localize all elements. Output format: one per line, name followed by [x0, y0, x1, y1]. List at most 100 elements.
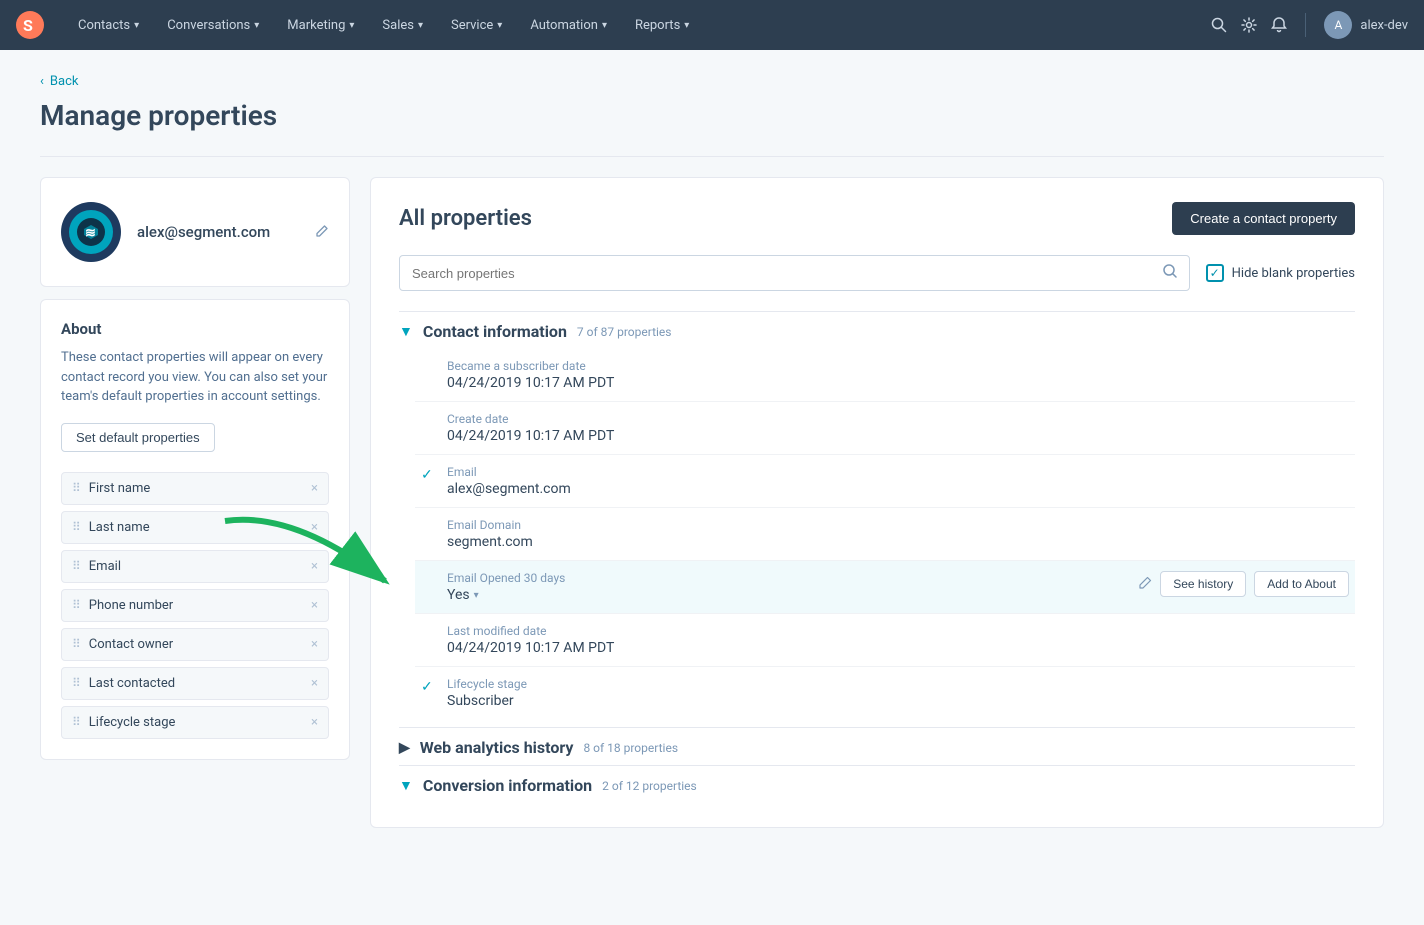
property-row-highlighted: Email Opened 30 days Yes ▾ [415, 561, 1355, 614]
drag-handle-icon: ⠿ [72, 637, 81, 651]
see-history-button[interactable]: See history [1160, 571, 1246, 597]
svg-text:≋: ≋ [85, 226, 96, 241]
search-box [399, 255, 1190, 291]
back-arrow-icon: ‹ [40, 74, 44, 89]
nav-sales[interactable]: Sales ▾ [368, 0, 437, 50]
nav-items: Contacts ▾ Conversations ▾ Marketing ▾ S… [64, 0, 1211, 50]
contact-avatar-icon: ≋ [69, 210, 113, 254]
property-value-text: Yes [447, 587, 470, 603]
breadcrumb[interactable]: ‹ Back [40, 74, 1384, 89]
drag-handle-icon: ⠿ [72, 520, 81, 534]
remove-property-icon[interactable]: × [311, 560, 318, 573]
hide-blank-toggle[interactable]: ✓ Hide blank properties [1206, 264, 1355, 282]
property-check-icon [421, 626, 437, 642]
create-property-button[interactable]: Create a contact property [1172, 202, 1355, 235]
search-input[interactable] [412, 266, 1155, 281]
remove-property-icon[interactable]: × [311, 716, 318, 729]
back-link[interactable]: Back [50, 74, 79, 89]
chevron-down-icon: ▾ [602, 20, 607, 31]
property-check-icon: ✓ [421, 679, 437, 695]
contact-information-section-header[interactable]: ▼ Contact information 7 of 87 properties [399, 311, 1355, 349]
property-value: segment.com [447, 534, 1349, 550]
property-actions: See history Add to About [1139, 571, 1349, 597]
property-name: Last contacted [89, 676, 303, 691]
list-item[interactable]: ⠿ Email × [61, 550, 329, 583]
property-row: ✓ Email alex@segment.com [415, 455, 1355, 508]
property-content: Lifecycle stage Subscriber [447, 677, 1349, 709]
drag-handle-icon: ⠿ [72, 598, 81, 612]
property-name: Phone number [89, 598, 303, 613]
nav-conversations[interactable]: Conversations ▾ [153, 0, 273, 50]
drag-handle-icon: ⠿ [72, 559, 81, 573]
remove-property-icon[interactable]: × [311, 599, 318, 612]
svg-text:S: S [23, 16, 33, 35]
right-panel: All properties Create a contact property… [370, 177, 1384, 828]
user-menu[interactable]: A alex-dev [1324, 11, 1408, 39]
collapse-toggle-icon: ▼ [399, 323, 413, 340]
nav-reports[interactable]: Reports ▾ [621, 0, 703, 50]
section-title: Web analytics history [420, 738, 574, 757]
web-analytics-section-header[interactable]: ▶ Web analytics history 8 of 18 properti… [399, 727, 1355, 765]
property-check-icon [421, 573, 437, 589]
property-content: Email alex@segment.com [447, 465, 1349, 497]
property-content: Became a subscriber date 04/24/2019 10:1… [447, 359, 1349, 391]
username-label: alex-dev [1360, 18, 1408, 33]
all-properties-title: All properties [399, 206, 532, 231]
list-item[interactable]: ⠿ Contact owner × [61, 628, 329, 661]
search-row: ✓ Hide blank properties [399, 255, 1355, 291]
list-item[interactable]: ⠿ Phone number × [61, 589, 329, 622]
property-row: ✓ Lifecycle stage Subscriber [415, 667, 1355, 719]
property-value: 04/24/2019 10:17 AM PDT [447, 640, 1349, 656]
remove-property-icon[interactable]: × [311, 677, 318, 690]
conversion-information-section-header[interactable]: ▼ Conversion information 2 of 12 propert… [399, 765, 1355, 803]
property-value: alex@segment.com [447, 481, 1349, 497]
search-icon[interactable] [1211, 17, 1227, 33]
property-content: Email Opened 30 days Yes ▾ [447, 571, 1129, 603]
property-list: ⠿ First name × ⠿ Last name × ⠿ Email × [61, 472, 329, 739]
list-item[interactable]: ⠿ First name × [61, 472, 329, 505]
list-item[interactable]: ⠿ Last name × [61, 511, 329, 544]
set-default-button[interactable]: Set default properties [61, 423, 215, 452]
nav-contacts[interactable]: Contacts ▾ [64, 0, 153, 50]
expand-toggle-icon: ▶ [399, 740, 410, 756]
nav-service[interactable]: Service ▾ [437, 0, 516, 50]
notification-icon[interactable] [1271, 17, 1287, 33]
remove-property-icon[interactable]: × [311, 638, 318, 651]
nav-marketing[interactable]: Marketing ▾ [273, 0, 368, 50]
search-icon [1163, 264, 1177, 282]
gear-icon[interactable] [1241, 17, 1257, 33]
dropdown-arrow-icon[interactable]: ▾ [474, 590, 479, 601]
avatar-container: ≋ [61, 202, 121, 262]
property-name: Lifecycle stage [89, 715, 303, 730]
property-name: Last name [89, 520, 303, 535]
drag-handle-icon: ⠿ [72, 481, 81, 495]
hide-blank-label: Hide blank properties [1232, 266, 1355, 281]
hide-blank-checkbox[interactable]: ✓ [1206, 264, 1224, 282]
property-row: Create date 04/24/2019 10:17 AM PDT [415, 402, 1355, 455]
remove-property-icon[interactable]: × [311, 482, 318, 495]
property-name: Email [89, 559, 303, 574]
list-item[interactable]: ⠿ Lifecycle stage × [61, 706, 329, 739]
contact-information-properties: Became a subscriber date 04/24/2019 10:1… [399, 349, 1355, 719]
section-count: 8 of 18 properties [583, 741, 678, 755]
drag-handle-icon: ⠿ [72, 676, 81, 690]
add-to-about-button[interactable]: Add to About [1254, 571, 1349, 597]
page-title: Manage properties [40, 99, 1384, 132]
chevron-down-icon: ▾ [134, 20, 139, 31]
chevron-down-icon: ▾ [418, 20, 423, 31]
section-title: Conversion information [423, 776, 592, 795]
edit-property-icon[interactable] [1139, 576, 1152, 593]
property-value: 04/24/2019 10:17 AM PDT [447, 375, 1349, 391]
property-label: Create date [447, 412, 1349, 426]
property-value: Subscriber [447, 693, 1349, 709]
property-label: Email [447, 465, 1349, 479]
nav-automation[interactable]: Automation ▾ [516, 0, 621, 50]
hubspot-logo[interactable]: S [16, 11, 44, 39]
list-item[interactable]: ⠿ Last contacted × [61, 667, 329, 700]
chevron-down-icon: ▾ [684, 20, 689, 31]
property-content: Last modified date 04/24/2019 10:17 AM P… [447, 624, 1349, 656]
divider [40, 156, 1384, 157]
edit-icon[interactable] [315, 223, 329, 242]
remove-property-icon[interactable]: × [311, 521, 318, 534]
property-check-icon [421, 361, 437, 377]
